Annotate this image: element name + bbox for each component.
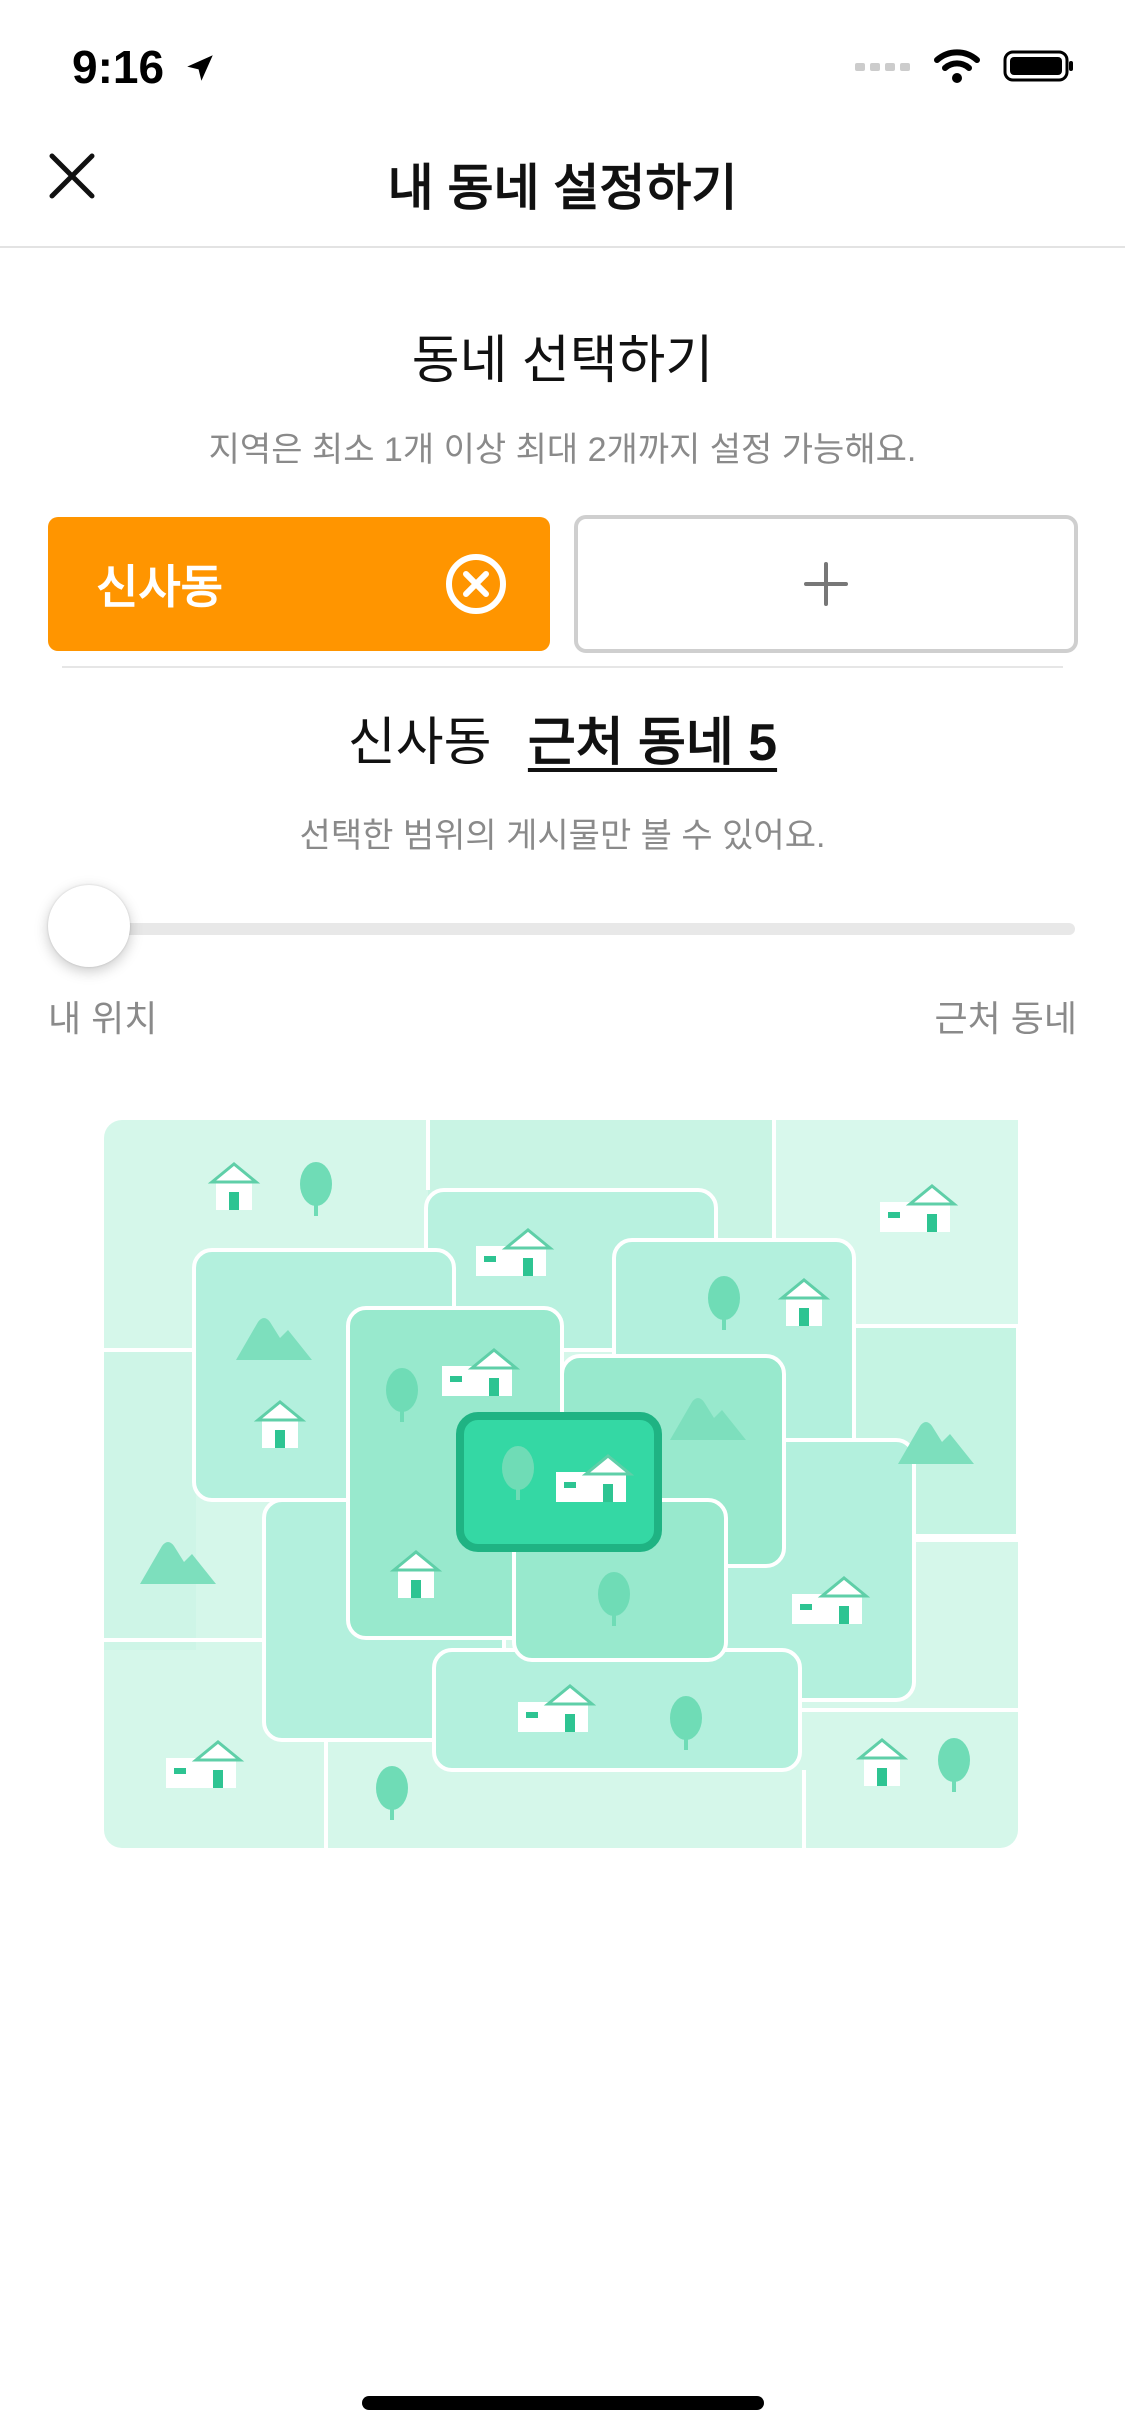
- header-divider: [0, 246, 1125, 248]
- status-indicators: [855, 48, 1075, 84]
- range-description: 선택한 범위의 게시물만 볼 수 있어요.: [299, 817, 826, 855]
- range-place: 신사동: [347, 714, 492, 772]
- slider-label-left: 내 위치: [48, 998, 158, 1039]
- nearby-neighborhoods-link[interactable]: 근처 동네 5: [528, 714, 777, 772]
- status-time: 9:16: [72, 40, 217, 94]
- cellular-signal-icon: [855, 63, 910, 71]
- section-title: 동네 선택하기: [411, 332, 714, 390]
- add-neighborhood-button[interactable]: [574, 515, 1078, 653]
- location-arrow-icon: [187, 55, 213, 81]
- selected-neighborhood-label: 신사동: [96, 561, 223, 613]
- range-title: 신사동 근처 동네 5: [0, 700, 1125, 775]
- range-slider-track[interactable]: [88, 923, 1075, 935]
- home-indicator[interactable]: [362, 2396, 764, 2410]
- chips-divider: [62, 666, 1063, 668]
- slider-label-right: 근처 동네: [934, 998, 1077, 1039]
- selected-neighborhood-chip[interactable]: 신사동: [48, 517, 550, 651]
- battery-icon: [1003, 50, 1073, 82]
- range-slider-thumb[interactable]: [48, 885, 130, 967]
- page-title: 내 동네 설정하기: [387, 160, 738, 216]
- section-description: 지역은 최소 1개 이상 최대 2개까지 설정 가능해요.: [208, 431, 917, 469]
- plus-icon: [804, 562, 848, 606]
- close-circle-icon[interactable]: [444, 552, 508, 616]
- status-time-text: 9:16: [72, 41, 165, 93]
- neighborhood-map-illustration: [104, 1120, 1018, 1848]
- wifi-icon: [934, 49, 980, 83]
